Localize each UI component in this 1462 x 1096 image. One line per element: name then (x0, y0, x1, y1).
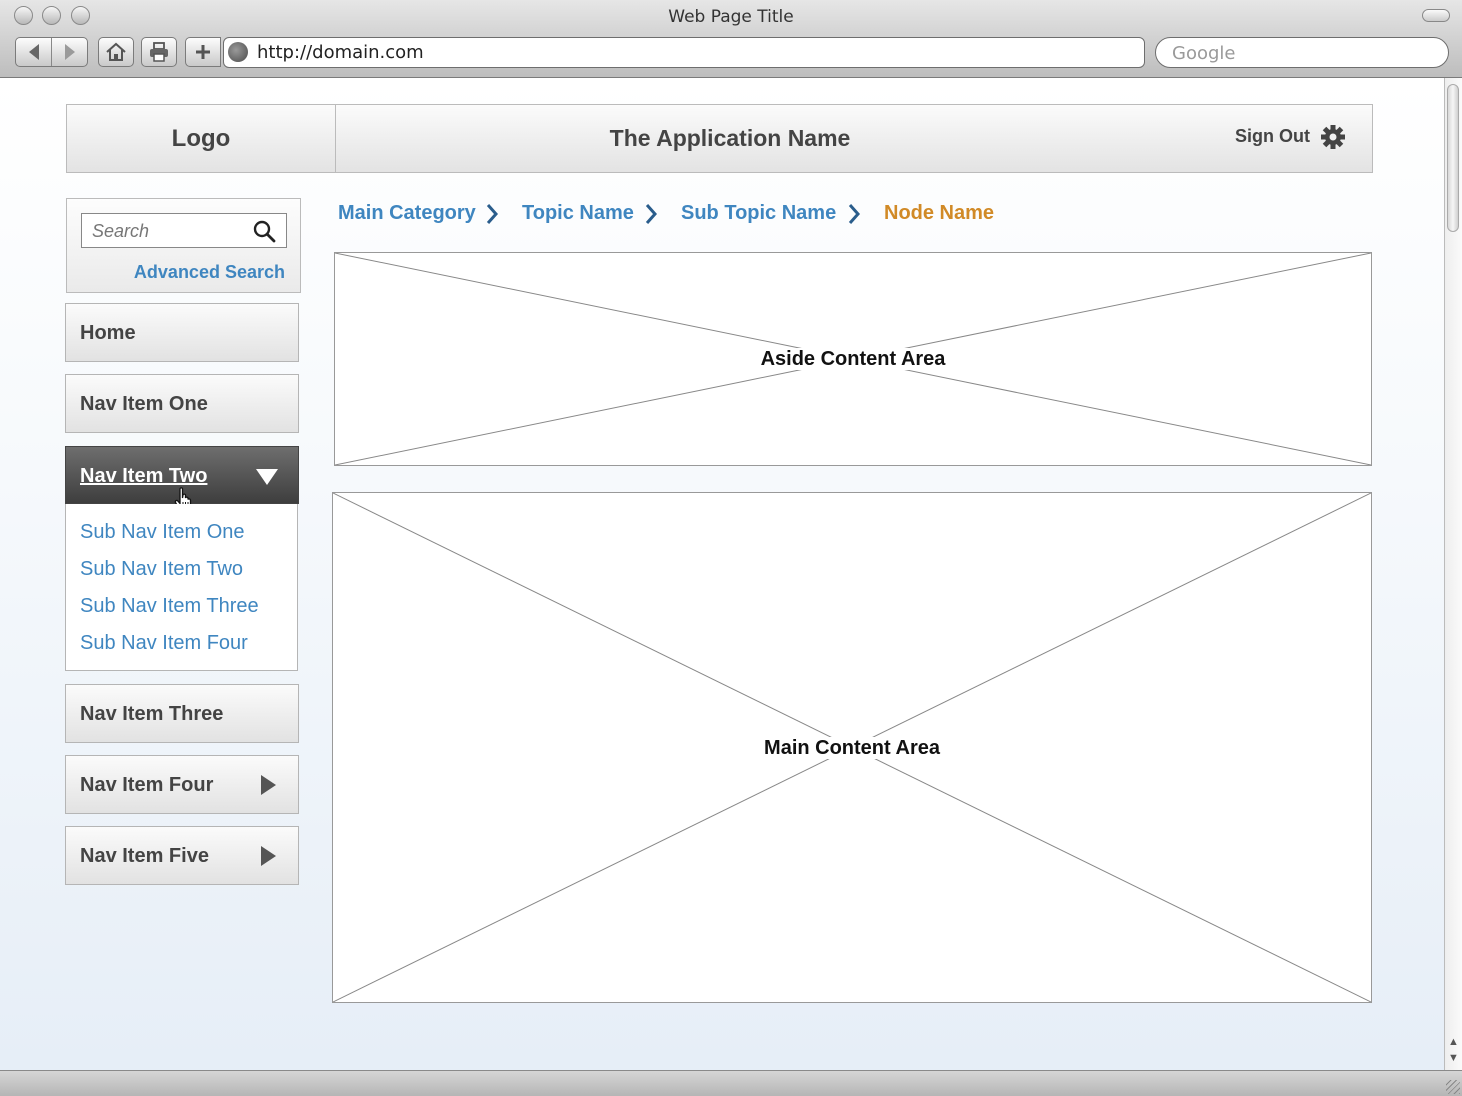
status-bar (0, 1070, 1462, 1096)
back-forward-group (15, 37, 88, 67)
nav-item-two[interactable]: Nav Item Two (65, 446, 299, 512)
nav-item-label: Nav Item Five (80, 845, 209, 867)
triangle-right-icon (261, 846, 276, 866)
nav-item-four[interactable]: Nav Item Four (65, 755, 299, 814)
nav-item-one[interactable]: Nav Item One (65, 374, 299, 433)
nav-item-label: Nav Item Three (80, 703, 224, 725)
sub-nav-item-two[interactable]: Sub Nav Item Two (80, 558, 243, 581)
home-button[interactable] (98, 37, 134, 67)
chevron-right-icon (486, 204, 499, 224)
nav-item-home[interactable]: Home (65, 303, 299, 362)
browser-toolbar: Web Page Title http://domain.com (0, 0, 1462, 78)
resize-grip-icon[interactable] (1446, 1080, 1460, 1094)
triangle-right-icon (261, 775, 276, 795)
nav-item-label: Nav Item One (80, 393, 208, 415)
breadcrumb-item[interactable]: Topic Name (522, 202, 634, 225)
app-name: The Application Name (609, 125, 851, 151)
page-viewport: Logo The Application Name Sign Out Advan… (0, 78, 1444, 1070)
print-button[interactable] (141, 37, 177, 67)
forward-button[interactable] (52, 38, 87, 66)
main-content-label: Main Content Area (333, 737, 1371, 760)
back-button[interactable] (16, 38, 52, 66)
search-field[interactable] (81, 213, 287, 248)
nav-item-label: Nav Item Two (80, 465, 208, 487)
nav-item-label: Nav Item Four (80, 774, 214, 796)
logo[interactable]: Logo (67, 105, 336, 172)
toolbar-toggle-button[interactable] (1422, 9, 1450, 22)
main-content-area: Main Content Area (332, 492, 1372, 1003)
browser-search-field[interactable] (1155, 37, 1449, 68)
triangle-down-icon (256, 469, 278, 485)
search-input[interactable] (90, 219, 249, 243)
aside-content-label: Aside Content Area (335, 348, 1371, 371)
nav-item-five[interactable]: Nav Item Five (65, 826, 299, 885)
sub-nav-panel: Sub Nav Item One Sub Nav Item Two Sub Na… (65, 504, 298, 671)
search-icon[interactable] (252, 219, 276, 243)
sub-nav-item-three[interactable]: Sub Nav Item Three (80, 595, 259, 618)
address-bar[interactable]: http://domain.com (223, 37, 1145, 68)
print-icon (150, 42, 168, 62)
chevron-right-icon (645, 204, 658, 224)
sub-nav-item-one[interactable]: Sub Nav Item One (80, 521, 245, 544)
nav-item-label: Home (80, 322, 136, 344)
scrollbar-thumb[interactable] (1447, 84, 1459, 232)
advanced-search-link[interactable]: Advanced Search (134, 262, 285, 283)
search-panel: Advanced Search (66, 198, 301, 293)
aside-content-area: Aside Content Area (334, 252, 1372, 466)
nav-item-three[interactable]: Nav Item Three (65, 684, 299, 743)
add-bookmark-button[interactable] (185, 37, 221, 67)
scroll-up-arrow-icon[interactable]: ▲ (1448, 1036, 1459, 1048)
browser-search-input[interactable] (1170, 41, 1434, 65)
home-icon (106, 42, 126, 61)
window-title: Web Page Title (668, 7, 794, 27)
scroll-down-arrow-icon[interactable]: ▼ (1448, 1052, 1459, 1064)
plus-icon (196, 45, 210, 59)
back-arrow-icon (28, 44, 39, 60)
chevron-right-icon (848, 204, 861, 224)
gear-icon[interactable] (1320, 124, 1346, 150)
breadcrumb-item[interactable]: Main Category (338, 202, 476, 225)
url-text: http://domain.com (257, 42, 424, 63)
sign-out-link[interactable]: Sign Out (1235, 126, 1310, 147)
sub-nav-item-four[interactable]: Sub Nav Item Four (80, 632, 248, 655)
app-header: Logo The Application Name Sign Out (66, 104, 1373, 173)
breadcrumb-item[interactable]: Sub Topic Name (681, 202, 836, 225)
globe-icon (228, 42, 248, 62)
forward-arrow-icon (64, 44, 75, 60)
vertical-scrollbar[interactable]: ▲ ▼ (1444, 78, 1462, 1070)
breadcrumb-current: Node Name (884, 202, 995, 224)
